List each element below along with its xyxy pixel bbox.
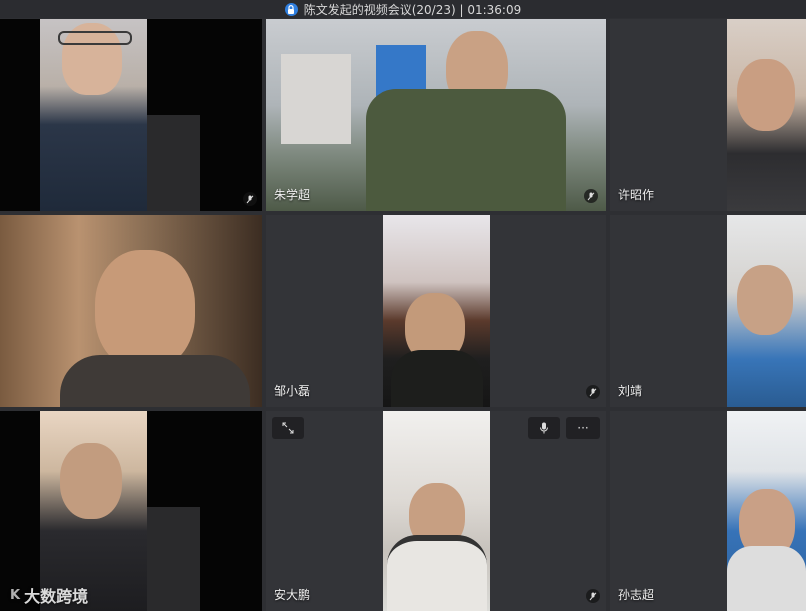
video-tile[interactable]: 孙志超	[610, 411, 806, 611]
watermark-text: 大数跨境	[24, 587, 89, 606]
mic-icon	[540, 422, 548, 434]
mic-muted-icon	[586, 385, 600, 399]
video-tile[interactable]	[0, 215, 262, 407]
video-tile[interactable]: 刘靖	[610, 215, 806, 407]
mic-muted-icon	[586, 589, 600, 603]
window-title: 陈文发起的视频会议(20/23) | 01:36:09	[303, 2, 522, 17]
video-feed	[383, 411, 490, 611]
video-feed	[727, 411, 806, 611]
video-feed	[40, 411, 147, 611]
video-tile[interactable]: 许昭作	[610, 19, 806, 211]
more-icon: ···	[577, 421, 589, 435]
mute-participant-button[interactable]	[528, 417, 560, 439]
participant-name: 安大鹏	[274, 588, 311, 602]
participant-name: 朱学超	[274, 188, 311, 202]
video-feed	[40, 19, 147, 211]
expand-icon	[282, 422, 294, 434]
video-feed	[0, 215, 262, 407]
participant-name: 许昭作	[618, 188, 655, 202]
video-grid: 朱学超 许昭作 邹小磊 刘靖 ··· 安大鹏 孙志超	[0, 19, 806, 611]
video-feed	[383, 215, 490, 407]
watermark: K 大数跨境	[10, 583, 88, 607]
mic-muted-icon	[243, 192, 257, 206]
participant-name: 刘靖	[618, 384, 643, 398]
video-feed	[147, 115, 200, 211]
video-feed	[727, 19, 806, 211]
mic-muted-icon	[584, 189, 598, 203]
participant-name: 邹小磊	[274, 384, 311, 398]
video-tile[interactable]	[0, 411, 262, 611]
window-titlebar: 陈文发起的视频会议(20/23) | 01:36:09	[0, 0, 806, 18]
more-options-button[interactable]: ···	[566, 417, 600, 439]
lock-icon	[284, 2, 298, 16]
video-feed	[147, 507, 200, 611]
expand-button[interactable]	[272, 417, 304, 439]
video-tile[interactable]: 朱学超	[266, 19, 606, 211]
video-tile[interactable]: 邹小磊	[266, 215, 606, 407]
video-tile[interactable]	[0, 19, 262, 211]
participant-name: 孙志超	[618, 588, 655, 602]
logo-icon: K	[10, 587, 21, 603]
video-feed	[266, 19, 606, 211]
video-tile[interactable]: ··· 安大鹏	[266, 411, 606, 611]
video-feed	[727, 215, 806, 407]
